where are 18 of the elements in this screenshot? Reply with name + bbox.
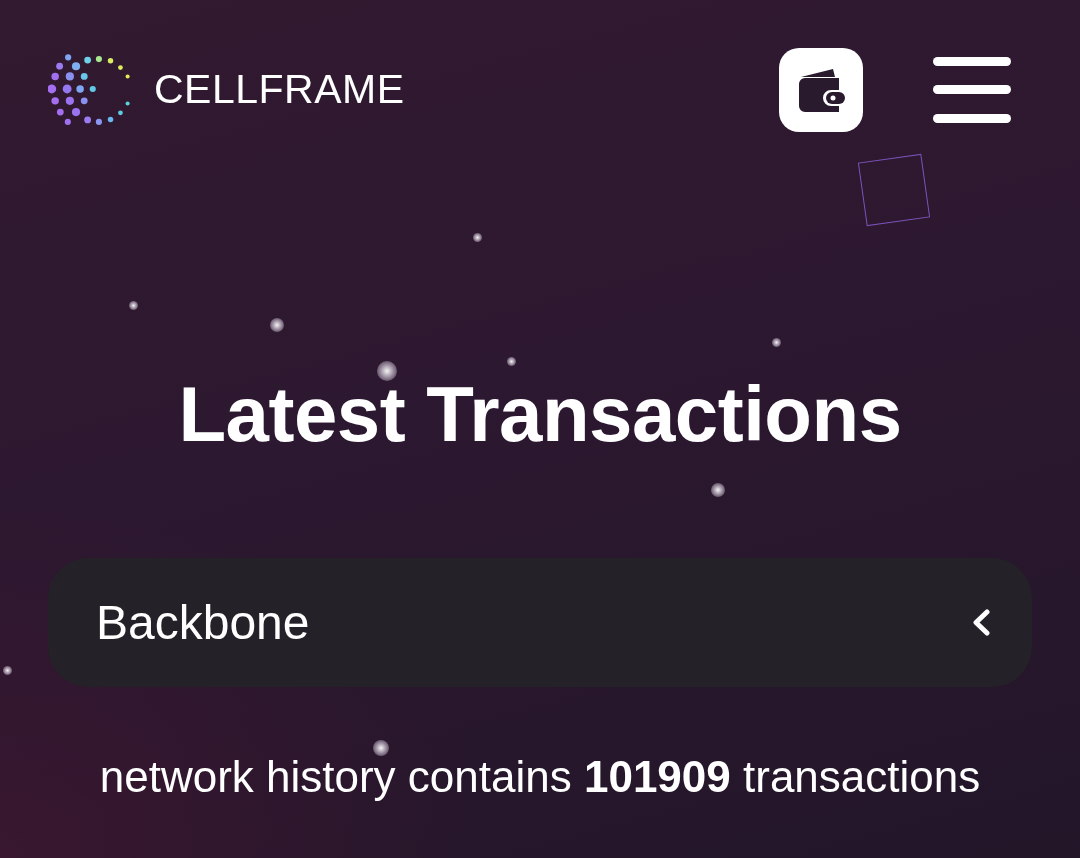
page-title: Latest Transactions	[178, 375, 902, 453]
glowing-dot	[771, 337, 781, 347]
glowing-dot	[2, 665, 12, 675]
logo-text: CELLFRAME	[154, 69, 405, 110]
network-select[interactable]: Backbone	[48, 558, 1032, 687]
dotted-circle-logo-icon	[48, 53, 130, 126]
glowing-dot	[472, 232, 482, 242]
glowing-dot	[373, 740, 389, 756]
glowing-dot	[270, 318, 284, 332]
transaction-count-text: network history contains 101909 transactions	[99, 755, 981, 799]
glowing-dot	[711, 483, 725, 497]
glowing-dot	[377, 361, 397, 381]
glowing-dot	[506, 356, 516, 366]
glowing-dot	[128, 300, 138, 310]
wallet-button[interactable]	[779, 47, 863, 132]
menu-button[interactable]	[933, 56, 1011, 123]
menu-icon	[933, 56, 1011, 123]
chevron-left-icon	[972, 609, 990, 636]
